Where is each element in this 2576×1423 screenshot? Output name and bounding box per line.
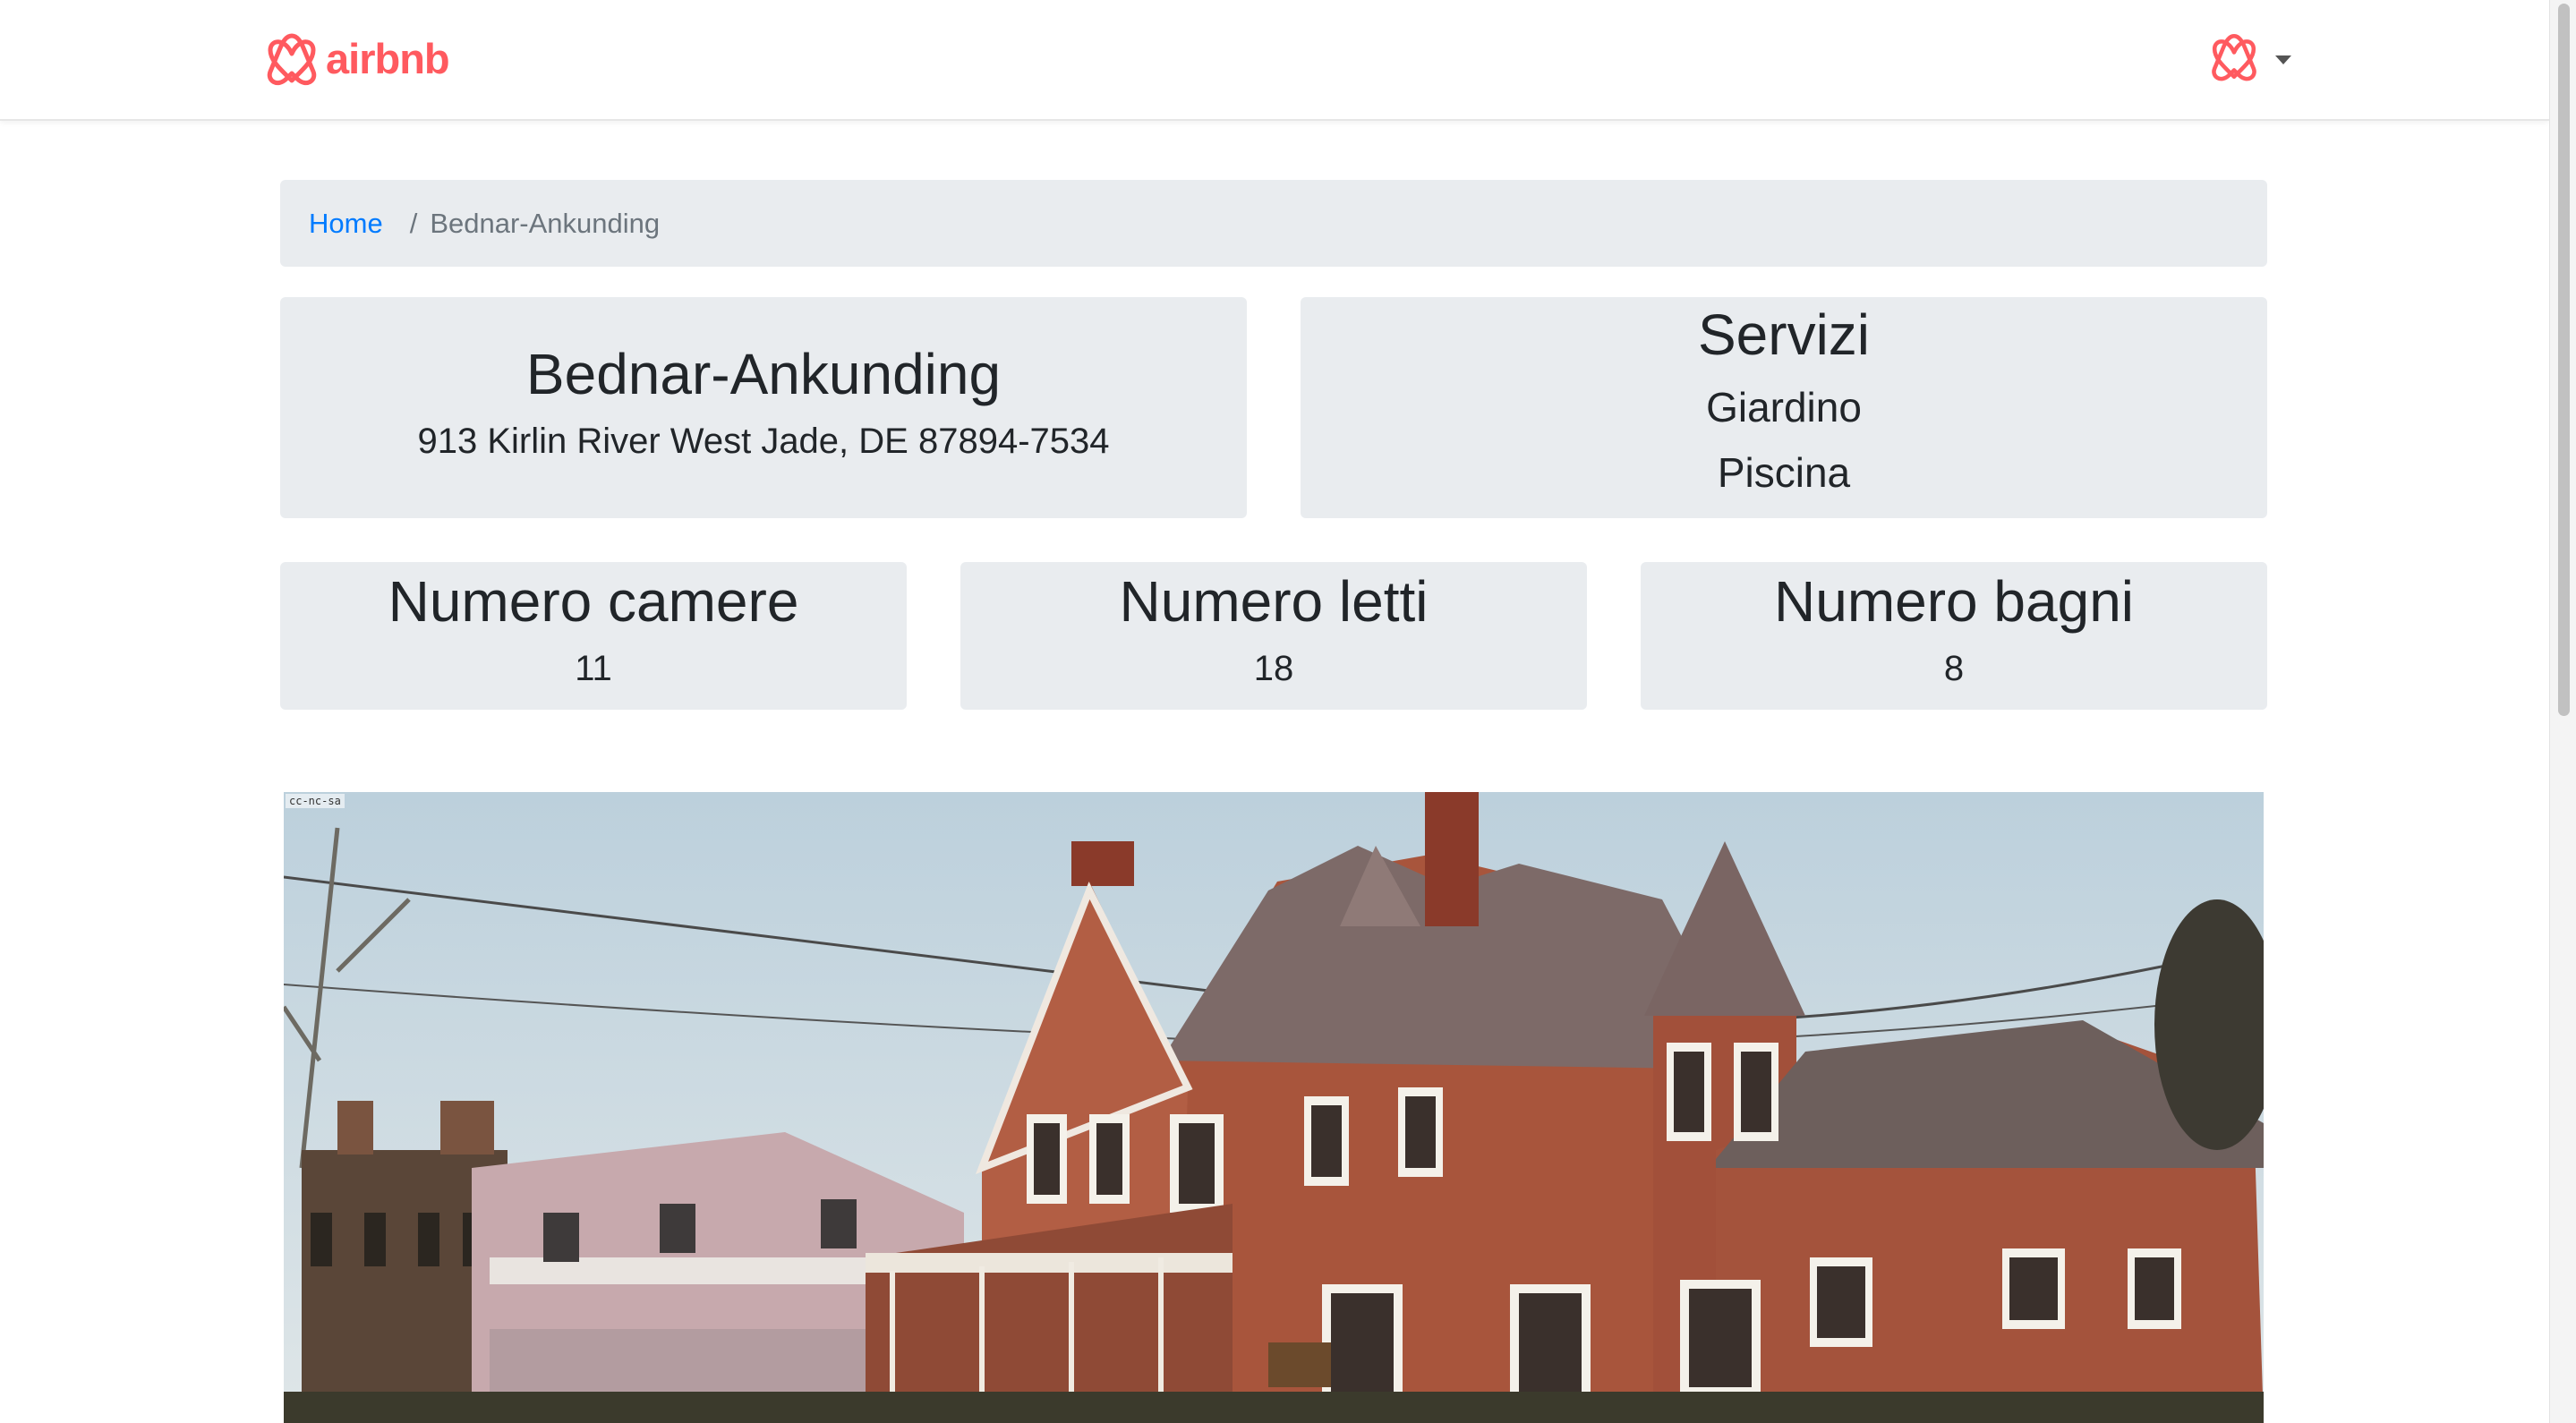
bathrooms-value: 8 <box>1943 648 1965 688</box>
service-item: Giardino <box>1706 383 1862 430</box>
brand-logo-link[interactable]: airbnb <box>265 27 450 89</box>
property-info-card: Bednar-Ankunding 913 Kirlin River West J… <box>280 297 1247 518</box>
breadcrumb-current: Bednar-Ankunding <box>430 207 661 239</box>
airbnb-logo-icon <box>267 33 317 85</box>
license-tag: cc-nc-sa <box>286 794 345 808</box>
service-item: Piscina <box>1717 448 1851 496</box>
breadcrumb: Home / Bednar-Ankunding <box>280 180 2267 267</box>
property-address: 913 Kirlin River West Jade, DE 87894-753… <box>417 421 1110 461</box>
house-photo-illustration <box>284 792 2264 1423</box>
navbar: airbnb <box>0 0 2549 121</box>
rooms-stat-card: Numero camere 11 <box>280 562 907 710</box>
property-photo: cc-nc-sa <box>284 792 2264 1423</box>
user-menu-dropdown[interactable] <box>2209 27 2291 86</box>
beds-label: Numero letti <box>1119 569 1429 634</box>
caret-down-icon <box>2275 55 2291 64</box>
beds-stat-card: Numero letti 18 <box>960 562 1587 710</box>
page-scrollbar[interactable] <box>2549 0 2576 1423</box>
scrollbar-thumb[interactable] <box>2558 4 2570 716</box>
beds-value: 18 <box>1253 648 1294 688</box>
rooms-label: Numero camere <box>388 569 799 634</box>
bathrooms-stat-card: Numero bagni 8 <box>1641 562 2267 710</box>
breadcrumb-separator: / <box>409 207 418 239</box>
rooms-value: 11 <box>575 648 612 688</box>
bathrooms-label: Numero bagni <box>1774 569 2134 634</box>
property-name: Bednar-Ankunding <box>525 342 1002 406</box>
airbnb-user-icon <box>2212 34 2256 81</box>
services-card: Servizi Giardino Piscina <box>1301 297 2267 518</box>
breadcrumb-home-link[interactable]: Home <box>309 208 383 240</box>
services-list: Giardino Piscina <box>1301 375 2267 506</box>
services-title: Servizi <box>1697 302 1871 367</box>
brand-name: airbnb <box>326 34 450 82</box>
page: airbnb Home / Bednar-Ankunding Bednar-An… <box>0 0 2576 1423</box>
